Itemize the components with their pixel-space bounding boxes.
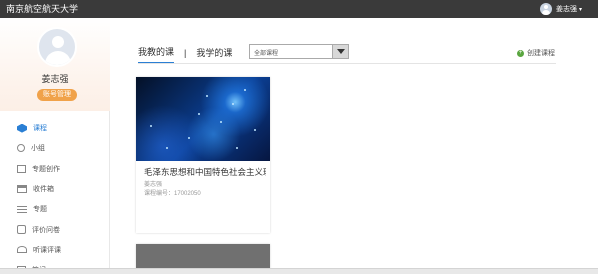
profile-name: 姜志强: [41, 74, 69, 84]
sidebar-item-group[interactable]: 小组: [0, 138, 110, 158]
course-cover-image[interactable]: [136, 77, 270, 161]
tab-separator: |: [184, 47, 187, 58]
course-icon: [17, 123, 27, 133]
sidebar-item-inbox[interactable]: 收件箱: [0, 179, 110, 199]
sidebar-nav: 课程 小组 专题创作 收件箱 专题 评价问卷 听课评课 笔记: [0, 118, 110, 274]
group-icon: [17, 144, 25, 153]
course-title[interactable]: 毛泽东思想和中国特色社会主义理...: [144, 166, 266, 178]
course-filter-select[interactable]: 全部课程: [249, 44, 349, 59]
sidebar-item-label: 小组: [31, 145, 45, 153]
top-bar: 南京航空航天大学 姜志强 ▾: [0, 0, 598, 18]
topic-icon: [17, 205, 27, 213]
school-name: 南京航空航天大学: [6, 4, 79, 14]
user-menu[interactable]: 姜志强 ▾: [539, 2, 582, 16]
dropdown-arrow-icon[interactable]: [332, 45, 348, 58]
sidebar: 姜志强 账号管理 课程 小组 专题创作 收件箱 专题 评价问卷 听课评课: [0, 18, 110, 274]
course-code: 课程编号：17002050: [144, 191, 201, 197]
main-content: 我教的课 | 我学的课 全部课程 + 创建课程 毛泽东思想和中国特色社会主义理.…: [110, 18, 598, 274]
sidebar-item-survey[interactable]: 评价问卷: [0, 219, 110, 239]
avatar[interactable]: [37, 27, 77, 67]
tabs-divider: [138, 63, 556, 64]
sidebar-item-label: 课程: [33, 125, 47, 133]
sidebar-item-observe[interactable]: 听课评课: [0, 240, 110, 260]
sidebar-item-label: 专题: [33, 206, 47, 214]
chevron-down-icon[interactable]: ▾: [579, 6, 582, 13]
course-tabs: 我教的课 | 我学的课: [138, 45, 232, 64]
sidebar-item-label: 专题创作: [32, 165, 60, 173]
sidebar-item-topic[interactable]: 专题: [0, 199, 110, 219]
tab-learning-courses[interactable]: 我学的课: [196, 46, 232, 63]
user-avatar-icon[interactable]: [539, 3, 552, 15]
sidebar-item-create-topic[interactable]: 专题创作: [0, 159, 110, 179]
sidebar-item-label: 听课评课: [33, 246, 61, 254]
profile-panel: 姜志强 账号管理: [0, 18, 110, 111]
user-name[interactable]: 姜志强: [556, 4, 577, 14]
create-course-button[interactable]: + 创建课程: [517, 48, 555, 58]
course-teacher: 姜志强: [144, 182, 163, 188]
create-topic-icon: [17, 164, 26, 173]
course-filter-value: 全部课程: [254, 51, 279, 57]
horizontal-scrollbar[interactable]: [0, 268, 598, 274]
course-card[interactable]: 毛泽东思想和中国特色社会主义理... 姜志强 课程编号：17002050: [136, 77, 270, 233]
sidebar-item-label: 收件箱: [33, 186, 54, 194]
survey-icon: [17, 225, 26, 235]
inbox-icon: [17, 185, 27, 194]
tab-teaching-courses[interactable]: 我教的课: [138, 45, 175, 64]
sidebar-item-label: 评价问卷: [32, 226, 60, 234]
sidebar-item-course[interactable]: 课程: [0, 118, 110, 138]
observe-icon: [17, 246, 27, 254]
create-course-label: 创建课程: [527, 50, 555, 57]
account-management-button[interactable]: 账号管理: [37, 89, 77, 101]
plus-icon: +: [517, 49, 524, 57]
